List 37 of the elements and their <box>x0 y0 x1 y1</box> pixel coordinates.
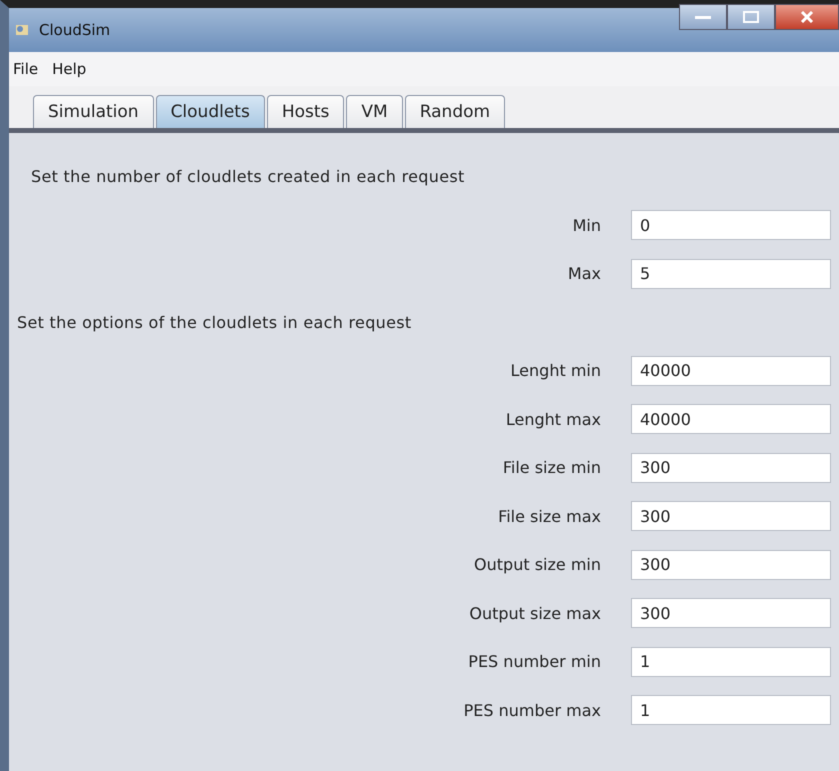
input-field[interactable]: 40000 <box>631 356 831 386</box>
maximize-button[interactable] <box>727 4 775 30</box>
field-label: PES number min <box>468 652 601 671</box>
tab[interactable]: Cloudlets <box>156 95 265 128</box>
maximize-icon <box>743 11 759 23</box>
tab[interactable]: Hosts <box>266 95 344 128</box>
input-field[interactable]: 300 <box>631 550 831 580</box>
field-label: Lenght max <box>506 410 601 428</box>
tab[interactable]: Random <box>404 95 506 128</box>
field-label: Output size min <box>474 555 601 574</box>
input-field[interactable]: 1 <box>631 646 831 676</box>
section-heading: Set the number of cloudlets created in each request <box>31 167 466 186</box>
tab[interactable]: VM <box>346 95 403 128</box>
menu-item[interactable]: File <box>13 60 38 78</box>
input-field[interactable]: 300 <box>631 501 831 531</box>
tab[interactable]: Simulation <box>33 95 154 128</box>
minimize-button[interactable] <box>679 4 727 30</box>
minimize-icon <box>694 14 712 20</box>
field-label: File size max <box>498 506 601 526</box>
input-field[interactable]: 40000 <box>631 404 831 434</box>
field-label: Min <box>572 216 601 234</box>
input-field[interactable]: 300 <box>631 598 831 628</box>
close-button[interactable] <box>775 4 839 30</box>
input-field[interactable]: 0 <box>631 210 831 240</box>
input-field[interactable]: 1 <box>631 695 831 725</box>
field-label: Lenght min <box>510 361 601 380</box>
input-field[interactable]: 300 <box>631 452 831 482</box>
field-label: Max <box>568 264 601 283</box>
field-label: File size min <box>502 458 601 477</box>
input-field[interactable]: 5 <box>631 258 831 288</box>
menu-item[interactable]: Help <box>52 60 86 78</box>
close-icon <box>800 11 814 23</box>
app-icon <box>15 23 29 37</box>
section-heading: Set the options of the cloudlets in each request <box>17 312 412 332</box>
field-label: Output size max <box>469 604 601 622</box>
window-title: CloudSim <box>39 21 110 39</box>
field-label: PES number max <box>464 700 601 720</box>
